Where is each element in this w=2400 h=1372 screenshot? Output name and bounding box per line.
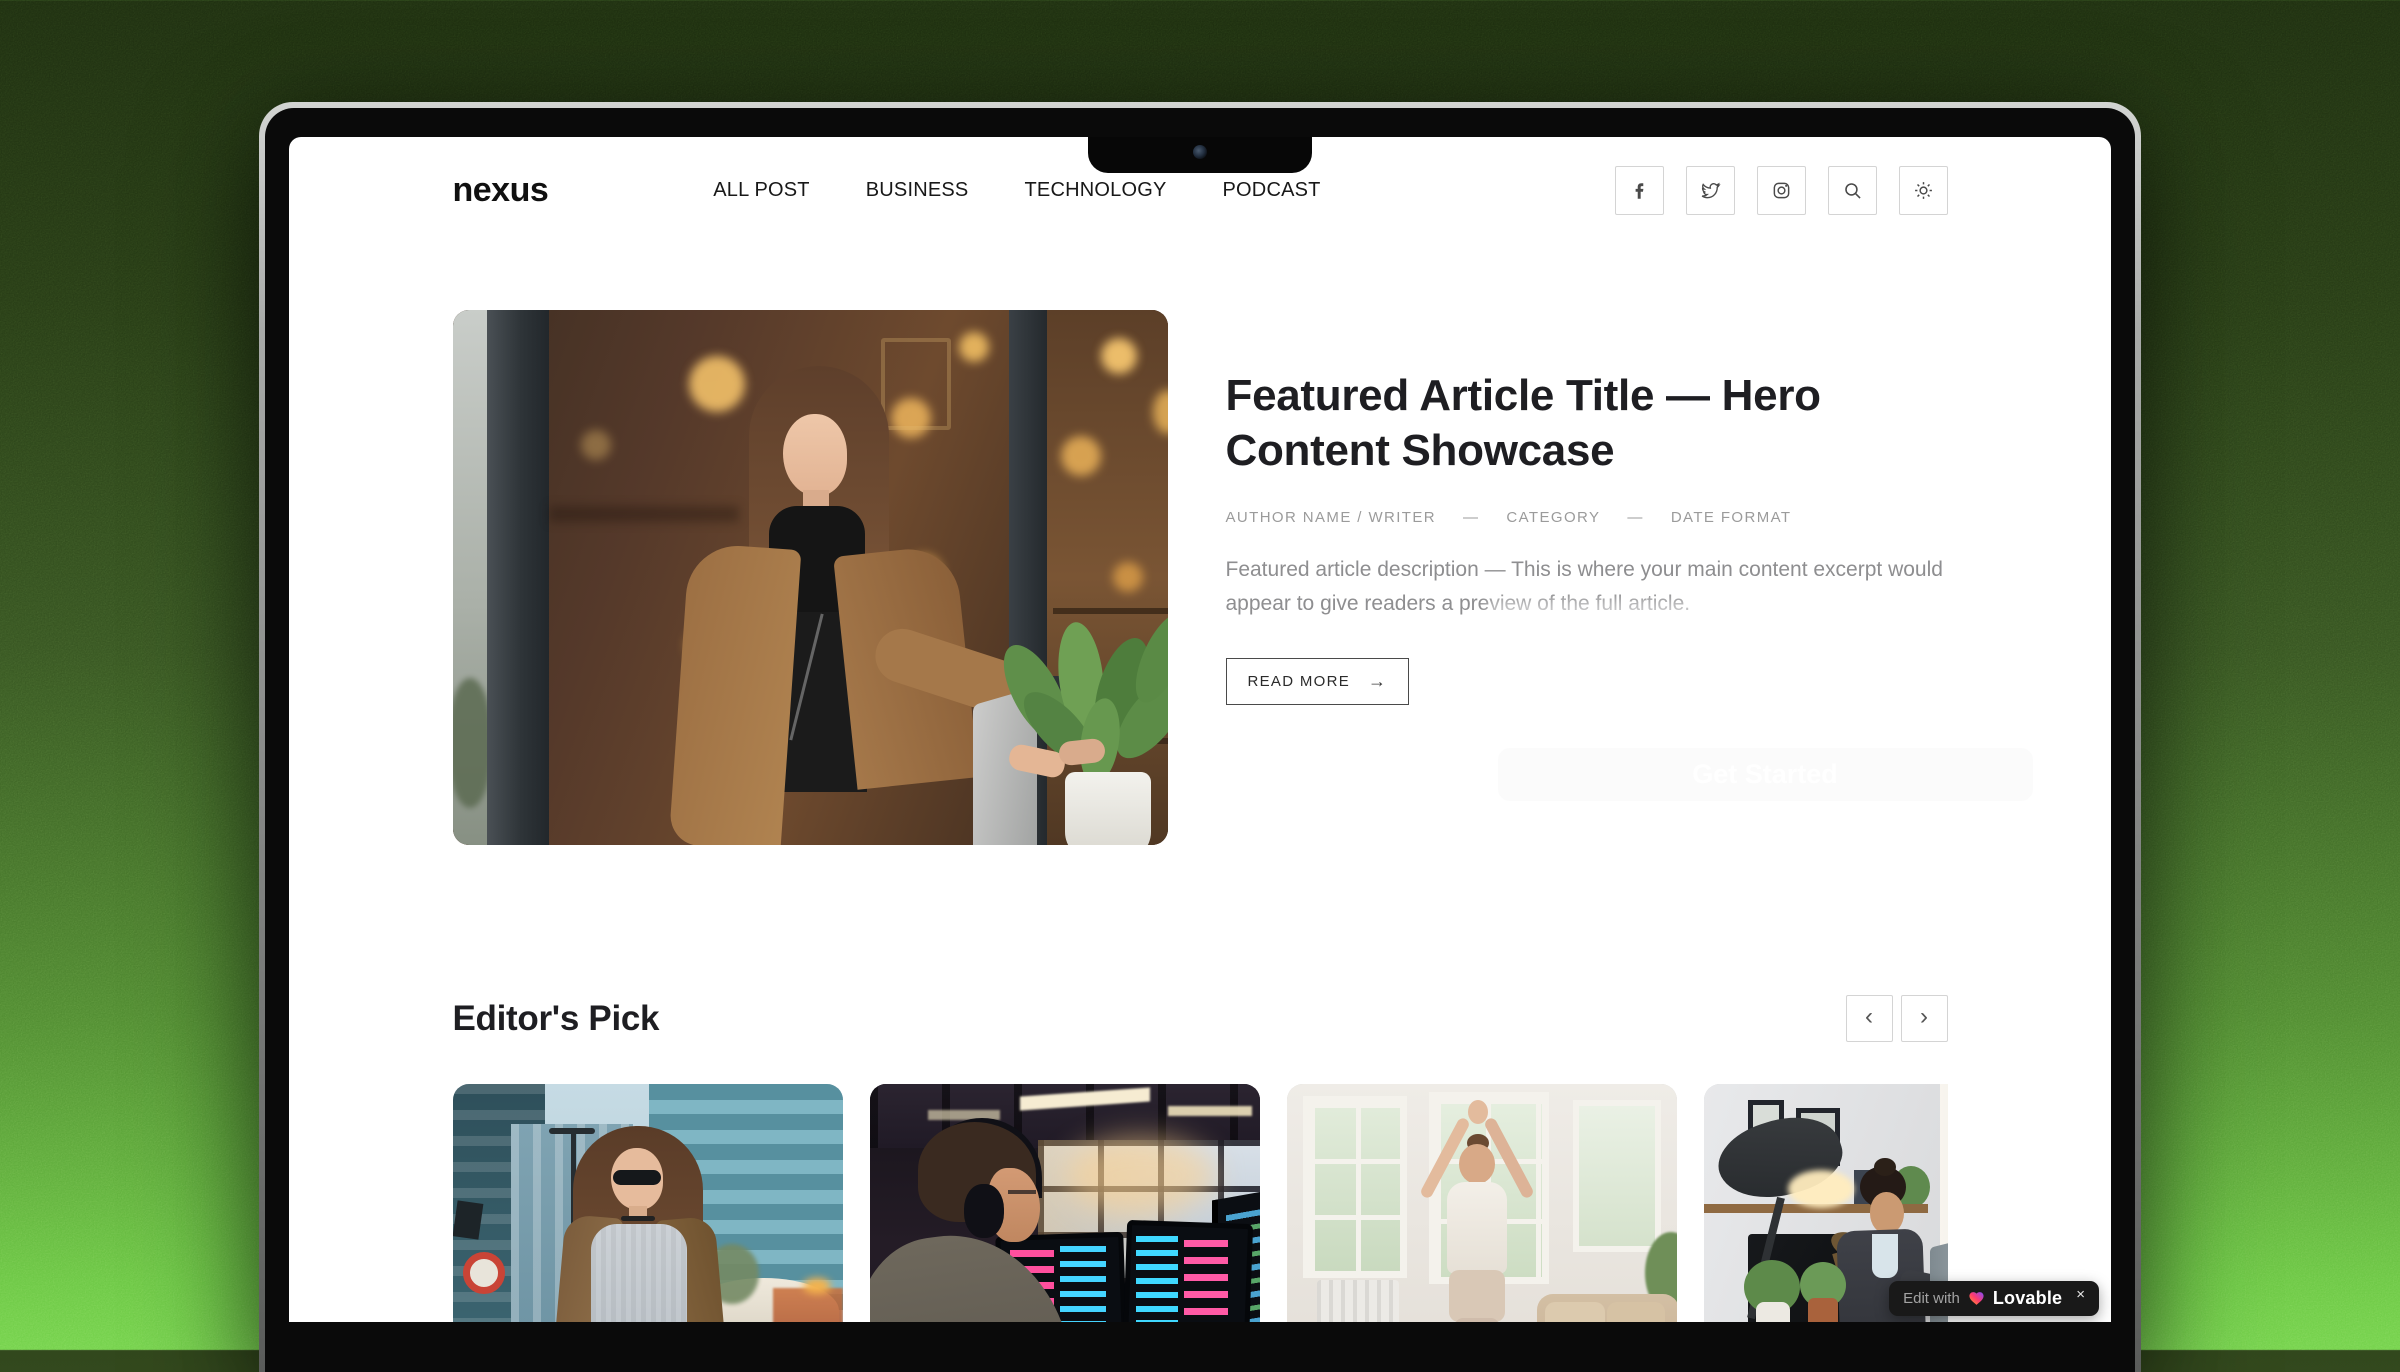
featured-article-title: Featured Article Title — Hero Content Sh… (1226, 368, 1948, 478)
article-category: CATEGORY (1506, 509, 1600, 526)
carousel-next-button[interactable]: › (1901, 995, 1948, 1042)
author-name: AUTHOR NAME / WRITER (1226, 509, 1437, 526)
featured-article-text: Featured Article Title — Hero Content Sh… (1226, 310, 1948, 845)
instagram-button[interactable] (1757, 166, 1806, 215)
web-page: nexus ALL POST BUSINESS TECHNOLOGY PODCA… (453, 137, 1948, 1322)
site-logo[interactable]: nexus (453, 171, 549, 210)
nav-all-post[interactable]: ALL POST (713, 179, 809, 202)
twitter-button[interactable] (1686, 166, 1735, 215)
sun-icon (1913, 180, 1934, 201)
sunglasses (613, 1170, 661, 1185)
card-street-fashion[interactable] (453, 1084, 843, 1322)
read-more-button[interactable]: READ MORE → (1226, 658, 1410, 705)
featured-article: Featured Article Title — Hero Content Sh… (453, 310, 1948, 845)
meta-separator: — (1627, 509, 1643, 526)
lovable-badge[interactable]: Edit with Lovable × (1889, 1281, 2099, 1316)
card-developer-workspace[interactable] (870, 1084, 1260, 1322)
featured-article-image[interactable] (453, 310, 1168, 845)
facebook-icon (1629, 180, 1650, 201)
card-yoga-home[interactable] (1287, 1084, 1677, 1322)
lovable-heart-icon (1968, 1290, 1985, 1307)
editors-pick-header: Editor's Pick ‹ › (453, 995, 1948, 1042)
search-icon (1842, 180, 1863, 201)
laptop-screen: nexus ALL POST BUSINESS TECHNOLOGY PODCA… (289, 137, 2111, 1322)
ghost-get-started-button: Get Started (1498, 748, 2033, 801)
nav-technology[interactable]: TECHNOLOGY (1024, 179, 1166, 202)
nav-business[interactable]: BUSINESS (866, 179, 969, 202)
article-date: DATE FORMAT (1671, 509, 1792, 526)
carousel-controls: ‹ › (1846, 995, 1948, 1042)
camera-notch (1088, 137, 1312, 173)
twitter-icon (1700, 180, 1721, 201)
article-meta: AUTHOR NAME / WRITER — CATEGORY — DATE F… (1226, 509, 1948, 526)
search-button[interactable] (1828, 166, 1877, 215)
headphones (964, 1184, 1004, 1238)
meta-separator: — (1463, 509, 1479, 526)
facebook-button[interactable] (1615, 166, 1664, 215)
chevron-right-icon: › (1920, 1003, 1928, 1031)
plant-pot (1065, 772, 1151, 845)
header-icons (1615, 166, 1948, 215)
badge-close-icon[interactable]: × (2076, 1286, 2085, 1303)
laptop-bezel: nexus ALL POST BUSINESS TECHNOLOGY PODCA… (265, 108, 2135, 1372)
editors-pick-title: Editor's Pick (453, 999, 660, 1039)
theme-toggle-button[interactable] (1899, 166, 1948, 215)
chevron-left-icon: ‹ (1865, 1003, 1873, 1031)
arrow-right-icon: → (1368, 671, 1387, 692)
webcam-icon (1193, 145, 1207, 159)
carousel-prev-button[interactable]: ‹ (1846, 995, 1893, 1042)
nav-podcast[interactable]: PODCAST (1223, 179, 1321, 202)
badge-prefix: Edit with (1903, 1290, 1960, 1307)
instagram-icon (1771, 180, 1792, 201)
badge-brand: Lovable (1993, 1288, 2062, 1309)
editors-pick-carousel (453, 1084, 1948, 1322)
main-nav: ALL POST BUSINESS TECHNOLOGY PODCAST (713, 179, 1320, 202)
laptop-mockup: nexus ALL POST BUSINESS TECHNOLOGY PODCA… (259, 102, 2141, 1372)
article-description: Featured article description — This is w… (1226, 553, 1948, 621)
